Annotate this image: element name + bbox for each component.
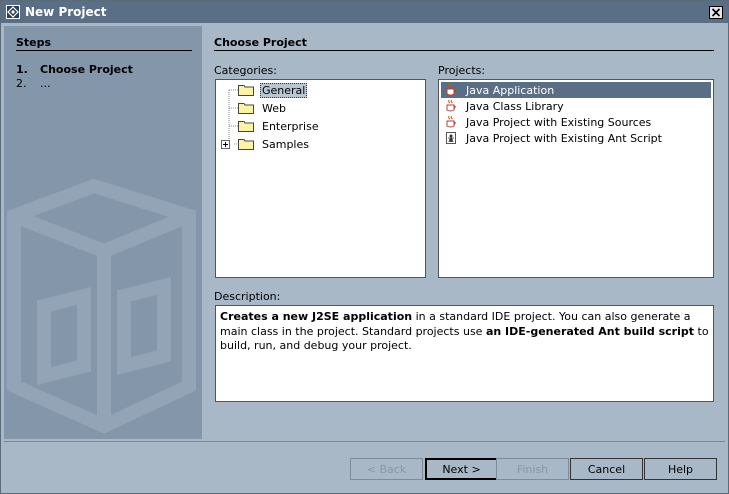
java-cup-icon — [446, 99, 456, 112]
description-label: Description: — [214, 290, 281, 303]
tree-item-general[interactable]: General — [238, 82, 308, 98]
steps-panel: Steps 1. Choose Project 2.... — [4, 26, 202, 439]
project-item-existing-ant-script[interactable]: Java Project with Existing Ant Script — [441, 130, 662, 146]
step-label: Choose Project — [40, 63, 133, 76]
java-cup-icon — [446, 83, 456, 96]
project-item-label: Java Project with Existing Ant Script — [466, 131, 662, 145]
project-item-label: Java Application — [466, 83, 555, 97]
projects-list[interactable]: Java Application Java Class Library Java… — [438, 79, 714, 278]
projects-label: Projects: — [438, 64, 486, 77]
tree-item-label: Samples — [262, 137, 309, 151]
title-divider — [214, 50, 714, 51]
description-emphasis: Creates a new J2SE application — [220, 310, 413, 323]
help-button[interactable]: Help — [644, 458, 717, 480]
tree-item-samples[interactable]: Samples — [238, 136, 311, 152]
close-icon — [711, 8, 721, 17]
tree-item-label: Enterprise — [262, 119, 319, 133]
cube-watermark-image — [7, 178, 196, 434]
description-emphasis: an IDE-generated Ant build script — [485, 324, 695, 338]
folder-icon — [238, 121, 254, 132]
project-item-java-application[interactable]: Java Application — [441, 82, 711, 98]
finish-button[interactable]: Finish — [496, 458, 569, 480]
steps-header: Steps — [16, 36, 52, 49]
tree-item-web[interactable]: Web — [238, 100, 288, 116]
window-title: New Project — [25, 5, 107, 19]
ant-script-icon — [446, 132, 456, 144]
netbeans-app-icon — [6, 5, 20, 19]
cancel-button[interactable]: Cancel — [570, 458, 643, 480]
tree-item-enterprise[interactable]: Enterprise — [238, 118, 321, 134]
step-label: ... — [40, 77, 51, 90]
project-item-existing-sources[interactable]: Java Project with Existing Sources — [441, 114, 651, 130]
page-title: Choose Project — [214, 36, 307, 49]
new-project-dialog: New Project Steps 1. Choose Project 2....… — [0, 0, 729, 494]
step-next: 2.... — [16, 77, 51, 90]
folder-icon — [238, 103, 254, 114]
tree-item-label: General — [260, 82, 308, 98]
next-button[interactable]: Next > — [425, 458, 498, 480]
project-item-java-class-library[interactable]: Java Class Library — [441, 98, 564, 114]
close-button[interactable] — [709, 6, 723, 19]
tree-item-label: Web — [262, 101, 286, 115]
categories-tree[interactable]: General Web Enterprise Samples — [215, 79, 426, 278]
steps-divider — [16, 50, 192, 51]
project-item-label: Java Class Library — [466, 99, 564, 113]
back-button[interactable]: < Back — [350, 458, 423, 480]
button-bar-divider — [4, 441, 725, 442]
step-number: 2. — [16, 77, 27, 90]
folder-icon — [238, 85, 254, 96]
categories-label: Categories: — [214, 64, 277, 77]
title-bar[interactable]: New Project — [1, 1, 728, 23]
project-item-label: Java Project with Existing Sources — [466, 115, 652, 129]
step-choose-project: 1. Choose Project — [16, 63, 133, 76]
java-cup-icon — [446, 115, 456, 128]
expand-plus-icon[interactable] — [221, 140, 230, 149]
step-number: 1. — [16, 63, 28, 76]
description-text: Creates a new J2SE application in a stan… — [215, 305, 714, 402]
folder-icon — [238, 139, 254, 150]
